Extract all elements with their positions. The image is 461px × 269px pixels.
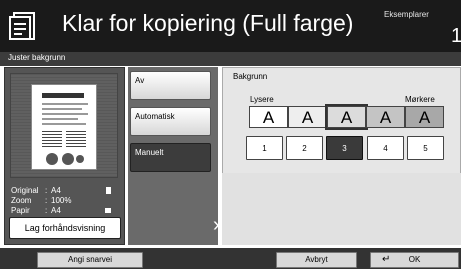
ok-label: OK bbox=[408, 255, 421, 264]
doc-line bbox=[42, 123, 86, 125]
paper-tray-icon bbox=[105, 208, 111, 213]
ok-button[interactable]: ↵ OK bbox=[370, 252, 459, 268]
doc-headline bbox=[42, 93, 84, 98]
doc-graphic bbox=[46, 153, 58, 165]
option-off-button[interactable]: Av bbox=[130, 71, 211, 100]
density-sample-strip: A A A A A bbox=[249, 104, 445, 130]
level-5-button[interactable]: 5 bbox=[407, 136, 444, 160]
level-4-button[interactable]: 4 bbox=[367, 136, 404, 160]
density-sample-4: A bbox=[366, 106, 405, 128]
doc-column bbox=[42, 131, 62, 147]
info-key: Zoom bbox=[11, 196, 32, 205]
lighter-label: Lysere bbox=[250, 95, 274, 104]
footer-bar: Angi snarvei Avbryt ↵ OK bbox=[0, 248, 461, 269]
level-2-button[interactable]: 2 bbox=[286, 136, 323, 160]
doc-line bbox=[42, 113, 88, 115]
cancel-button[interactable]: Avbryt bbox=[276, 252, 357, 268]
doc-graphic bbox=[62, 153, 74, 165]
copies-count: 1 bbox=[451, 25, 461, 47]
preview-area bbox=[10, 73, 118, 178]
preview-panel: Original : A4 Zoom : 100% Papir : A4 Lag… bbox=[4, 67, 125, 245]
info-separator: : bbox=[45, 206, 48, 215]
top-bar: Klar for kopiering (Full farge) Eksempla… bbox=[0, 0, 461, 52]
option-auto-button[interactable]: Automatisk bbox=[130, 107, 211, 136]
info-key: Papir bbox=[11, 206, 30, 215]
info-value: A4 bbox=[51, 186, 61, 195]
doc-line bbox=[42, 108, 82, 110]
page-title: Klar for kopiering (Full farge) bbox=[62, 10, 354, 36]
info-value: 100% bbox=[51, 196, 72, 205]
doc-column bbox=[66, 131, 86, 147]
info-value: A4 bbox=[51, 206, 61, 215]
level-3-button[interactable]: 3 bbox=[326, 136, 363, 160]
document-thumbnail bbox=[31, 84, 97, 170]
add-shortcut-button[interactable]: Angi snarvei bbox=[37, 252, 143, 268]
background-title: Bakgrunn bbox=[233, 72, 268, 81]
info-separator: : bbox=[45, 196, 48, 205]
copies-label: Eksemplarer bbox=[384, 10, 429, 19]
screen-subheader: Juster bakgrunn bbox=[0, 52, 461, 66]
portrait-orientation-icon bbox=[106, 187, 111, 194]
screen-title: Juster bakgrunn bbox=[8, 53, 66, 62]
option-manual-button[interactable]: Manuelt bbox=[130, 143, 211, 172]
panel-lower-area bbox=[222, 173, 461, 245]
density-sample-1: A bbox=[249, 106, 288, 128]
doc-graphic bbox=[76, 155, 84, 163]
level-1-button[interactable]: 1 bbox=[246, 136, 283, 160]
doc-line bbox=[42, 118, 78, 120]
info-separator: : bbox=[45, 186, 48, 195]
darker-label: Mørkere bbox=[405, 95, 435, 104]
density-sample-5: A bbox=[405, 106, 444, 128]
copy-app-icon bbox=[9, 12, 35, 40]
info-key: Original bbox=[11, 186, 39, 195]
enter-icon: ↵ bbox=[382, 254, 391, 265]
mode-options: Av Automatisk Manuelt » bbox=[128, 67, 224, 245]
density-sample-2: A bbox=[288, 106, 327, 128]
preview-button[interactable]: Lag forhåndsvisning bbox=[9, 217, 121, 239]
density-sample-3: A bbox=[325, 104, 368, 130]
doc-line bbox=[42, 103, 88, 105]
